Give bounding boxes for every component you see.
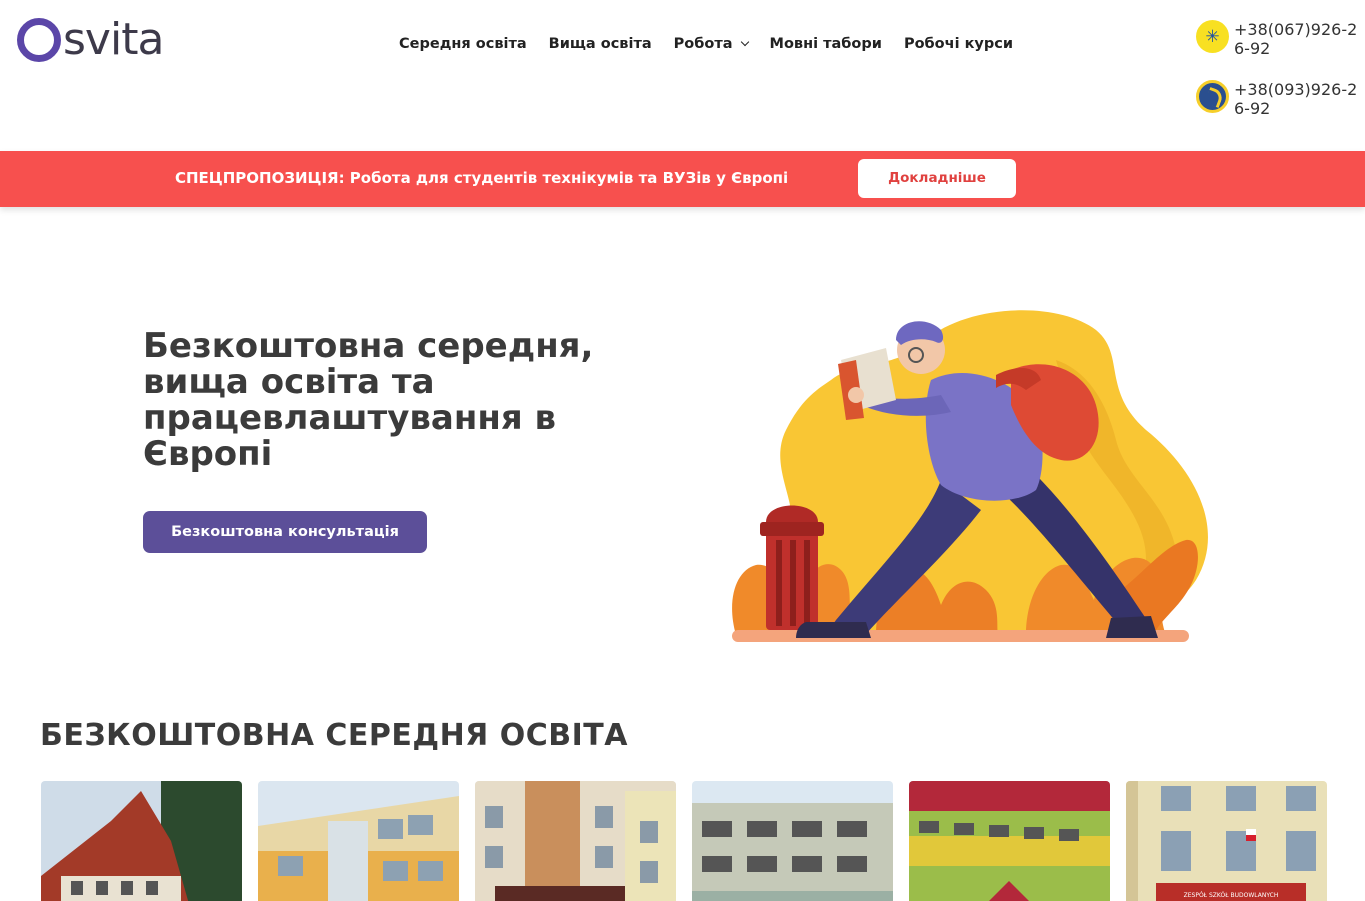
school-sign: ZESPÓŁ SZKÓŁ BUDOWLANYCH (1184, 892, 1279, 899)
hero-title: Безкоштовна середня, вища освіта та прац… (143, 326, 594, 474)
school-photo (475, 781, 676, 901)
nav-item-work[interactable]: Робота (673, 34, 749, 54)
nav-item-secondary-education[interactable]: Середня освіта (399, 34, 527, 54)
logo-text: svita (63, 14, 164, 65)
nav-label: Вища освіта (548, 36, 652, 52)
promo-text: СПЕЦПРОПОЗИЦІЯ: Робота для студентів тех… (175, 169, 789, 187)
free-consultation-button[interactable]: Безкоштовна консультація (143, 511, 427, 553)
section-title: БЕЗКОШТОВНА СЕРЕДНЯ ОСВІТА (40, 718, 628, 753)
phone-kyivstar[interactable]: +38(067)926-26-92 (1196, 20, 1361, 58)
nav-item-higher-education[interactable]: Вища освіта (549, 34, 652, 54)
site-header: svita Середня освіта Вища освіта Робота … (0, 0, 1365, 151)
school-photo: ZESPÓŁ SZKÓŁ BUDOWLANYCH (1126, 781, 1327, 901)
phone-number[interactable]: +38(067)926-26-92 (1234, 20, 1359, 58)
lifecell-icon (1196, 80, 1229, 113)
site-logo[interactable]: svita (17, 14, 164, 66)
nav-label: Робочі курси (903, 36, 1014, 52)
school-photo (692, 781, 893, 901)
main-nav: Середня освіта Вища освіта Робота Мовні … (399, 34, 1035, 54)
nav-item-work-courses[interactable]: Робочі курси (904, 34, 1013, 54)
school-card[interactable]: ZESPÓŁ SZKÓŁ BUDOWLANYCH (1126, 781, 1327, 901)
school-card[interactable] (41, 781, 242, 901)
school-photo (909, 781, 1110, 901)
school-photo (41, 781, 242, 901)
chevron-down-icon (740, 37, 749, 47)
nav-label: Мовні табори (769, 36, 882, 52)
nav-label: Середня освіта (399, 36, 527, 52)
phone-number[interactable]: +38(093)926-26-92 (1234, 80, 1359, 118)
promo-details-button[interactable]: Докладніше (858, 159, 1016, 198)
contact-phones: +38(067)926-26-92 +38(093)926-26-92 (1196, 20, 1361, 140)
logo-o-ring (17, 18, 61, 62)
school-card[interactable] (692, 781, 893, 901)
nav-label: Робота (673, 36, 733, 52)
hero-illustration (726, 300, 1216, 650)
promo-banner: СПЕЦПРОПОЗИЦІЯ: Робота для студентів тех… (0, 151, 1365, 207)
school-card[interactable] (258, 781, 459, 901)
school-card[interactable] (475, 781, 676, 901)
school-photo (258, 781, 459, 901)
phone-lifecell[interactable]: +38(093)926-26-92 (1196, 80, 1361, 118)
nav-item-language-camps[interactable]: Мовні табори (770, 34, 882, 54)
kyivstar-icon (1196, 20, 1229, 53)
school-cards: ZESPÓŁ SZKÓŁ BUDOWLANYCH (41, 781, 1327, 901)
school-card[interactable] (909, 781, 1110, 901)
